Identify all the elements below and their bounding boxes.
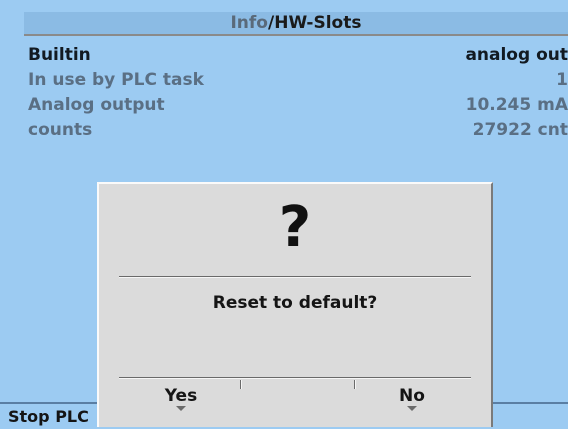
caret-down-icon (407, 406, 417, 411)
info-row-label: Builtin (28, 45, 91, 65)
info-row-counts: counts 27922 cnt (28, 119, 568, 141)
breadcrumb-parent[interactable]: Info (230, 13, 268, 33)
softkey-separator (240, 380, 242, 389)
page-title: HW-Slots (274, 13, 362, 33)
yes-button-label: Yes (164, 386, 198, 406)
stop-plc-button[interactable]: Stop PLC (8, 407, 89, 427)
dialog-message: Reset to default? (212, 293, 378, 313)
yes-button[interactable]: Yes (151, 386, 211, 424)
info-row-plc-task: In use by PLC task 1 (28, 69, 568, 91)
info-row-label: Analog output (28, 95, 165, 115)
confirm-dialog: ? Reset to default? Yes No (97, 182, 493, 427)
info-row-builtin: Builtin analog out (28, 44, 568, 66)
info-row-analog-output: Analog output 10.245 mA (28, 94, 568, 116)
dialog-divider (119, 276, 471, 278)
info-row-value: 1 (556, 70, 568, 90)
breadcrumb: Info/HW-Slots (24, 12, 568, 36)
softkey-divider (119, 377, 471, 379)
softkey-separator (354, 380, 356, 389)
no-button[interactable]: No (382, 386, 442, 424)
info-row-value: 27922 cnt (472, 120, 568, 140)
info-row-value: analog out (465, 45, 568, 65)
device-screen: Info/HW-Slots Builtin analog out In use … (0, 0, 568, 429)
question-mark-icon: ? (278, 195, 312, 260)
info-row-value: 10.245 mA (465, 95, 568, 115)
info-row-label: counts (28, 120, 93, 140)
caret-down-icon (176, 406, 186, 411)
info-row-label: In use by PLC task (28, 70, 204, 90)
no-button-label: No (399, 386, 425, 406)
